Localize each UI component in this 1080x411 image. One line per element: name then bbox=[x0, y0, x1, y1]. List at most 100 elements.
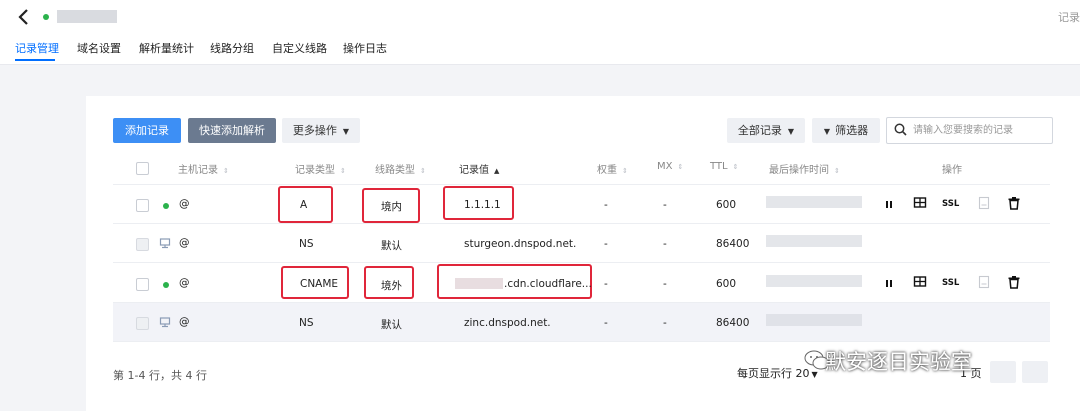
header-mx[interactable]: MX ⇕ bbox=[657, 161, 683, 172]
weight-cell: - bbox=[604, 238, 608, 250]
table-row[interactable] bbox=[113, 184, 1050, 224]
value-prefix-redacted bbox=[455, 278, 503, 289]
enabled-status-icon bbox=[163, 282, 169, 288]
add-record-button[interactable]: 添加记录 bbox=[113, 118, 181, 143]
header-last-modified[interactable]: 最后操作时间 ⇕ bbox=[769, 161, 840, 176]
sort-icon: ⇕ bbox=[340, 167, 346, 175]
value-cell: .cdn.cloudflare... bbox=[504, 278, 592, 290]
enabled-status-icon bbox=[163, 203, 169, 209]
type-cell: NS bbox=[299, 238, 314, 250]
ttl-cell: 86400 bbox=[716, 317, 750, 329]
header-line[interactable]: 线路类型 ⇕ bbox=[375, 161, 426, 176]
table-bottom-divider bbox=[113, 341, 1050, 342]
caret-down-icon: ▼ bbox=[787, 127, 795, 136]
caret-down-icon: ▼ bbox=[342, 127, 350, 136]
delete-icon[interactable] bbox=[1007, 196, 1021, 210]
tab-resolution-stats[interactable]: 解析量统计 bbox=[139, 40, 194, 56]
pause-icon[interactable] bbox=[882, 197, 896, 211]
domain-name-redacted bbox=[57, 10, 117, 23]
row-checkbox[interactable] bbox=[136, 199, 149, 212]
system-record-icon bbox=[159, 317, 171, 328]
tab-line-groups[interactable]: 线路分组 bbox=[210, 40, 254, 56]
host-cell: @ bbox=[179, 198, 190, 210]
ssl-button[interactable]: SSL bbox=[942, 278, 959, 288]
sort-icon: ⇕ bbox=[223, 167, 229, 175]
last-modified-redacted bbox=[766, 275, 862, 287]
row-checkbox[interactable] bbox=[136, 278, 149, 291]
host-cell: @ bbox=[179, 277, 190, 289]
sort-icon: ⇕ bbox=[834, 167, 840, 175]
document-icon[interactable] bbox=[977, 196, 991, 210]
more-actions-button[interactable]: 更多操作 ▼ bbox=[282, 118, 360, 143]
domain-status-dot-icon bbox=[43, 14, 49, 20]
active-tab-indicator bbox=[15, 59, 55, 61]
host-cell: @ bbox=[179, 237, 190, 249]
header-host[interactable]: 主机记录 ⇕ bbox=[178, 161, 229, 176]
weight-cell: - bbox=[604, 199, 608, 211]
line-cell: 默认 bbox=[381, 319, 402, 331]
last-modified-redacted bbox=[766, 235, 862, 247]
ttl-cell: 600 bbox=[716, 278, 737, 290]
top-bar: 记录 记录管理 域名设置 解析量统计 线路分组 自定义线路 操作日志 bbox=[0, 0, 1080, 65]
caret-down-icon: ▼ bbox=[811, 370, 818, 379]
prev-page-button[interactable] bbox=[990, 361, 1016, 383]
weight-cell: - bbox=[604, 278, 608, 290]
all-records-dropdown[interactable]: 全部记录 ▼ bbox=[727, 118, 805, 143]
header-value[interactable]: 记录值 ▲ bbox=[459, 161, 499, 176]
tab-operation-log[interactable]: 操作日志 bbox=[343, 40, 387, 56]
value-cell: 1.1.1.1 bbox=[464, 199, 501, 211]
remark-icon[interactable] bbox=[913, 275, 927, 289]
host-cell: @ bbox=[179, 316, 190, 328]
system-record-icon bbox=[159, 238, 171, 249]
table-row[interactable] bbox=[113, 223, 1050, 263]
search-box[interactable] bbox=[886, 117, 1053, 144]
weight-cell: - bbox=[604, 317, 608, 329]
table-row[interactable] bbox=[113, 302, 1050, 342]
tab-domain-settings[interactable]: 域名设置 bbox=[77, 40, 121, 56]
header-operations: 操作 bbox=[942, 165, 962, 176]
line-cell: 默认 bbox=[381, 240, 402, 252]
value-cell: zinc.dnspod.net. bbox=[464, 317, 551, 329]
remark-icon[interactable] bbox=[913, 196, 927, 210]
value-cell: sturgeon.dnspod.net. bbox=[464, 238, 577, 250]
ttl-cell: 600 bbox=[716, 199, 737, 211]
type-cell: NS bbox=[299, 317, 314, 329]
line-cell: 境外 bbox=[381, 280, 402, 292]
tab-custom-lines[interactable]: 自定义线路 bbox=[272, 40, 327, 56]
delete-icon[interactable] bbox=[1007, 275, 1021, 289]
filter-button[interactable]: ▼ 筛选器 bbox=[812, 118, 880, 143]
document-icon[interactable] bbox=[977, 275, 991, 289]
ssl-button[interactable]: SSL bbox=[942, 199, 959, 209]
last-modified-redacted bbox=[766, 314, 862, 326]
corner-label: 记录 bbox=[1058, 11, 1080, 24]
type-cell: CNAME bbox=[300, 278, 339, 290]
sort-icon: ⇕ bbox=[622, 167, 628, 175]
header-weight[interactable]: 权重 ⇕ bbox=[597, 161, 628, 176]
pause-icon[interactable] bbox=[882, 276, 896, 290]
sort-asc-icon: ▲ bbox=[494, 167, 500, 175]
ttl-cell: 86400 bbox=[716, 238, 750, 250]
header-ttl[interactable]: TTL ⇕ bbox=[710, 161, 739, 172]
mx-cell: - bbox=[663, 238, 667, 250]
line-cell: 境内 bbox=[381, 201, 402, 213]
mx-cell: - bbox=[663, 199, 667, 211]
row-checkbox[interactable] bbox=[136, 238, 149, 251]
search-input[interactable] bbox=[913, 121, 1047, 139]
last-modified-redacted bbox=[766, 196, 862, 208]
mx-cell: - bbox=[663, 278, 667, 290]
search-icon bbox=[894, 123, 907, 136]
tab-record-management[interactable]: 记录管理 bbox=[15, 40, 59, 56]
sort-icon: ⇕ bbox=[677, 163, 684, 171]
watermark: 默安逐日实验室 bbox=[825, 350, 972, 374]
header-type[interactable]: 记录类型 ⇕ bbox=[295, 161, 346, 176]
next-page-button[interactable] bbox=[1022, 361, 1048, 383]
mx-cell: - bbox=[663, 317, 667, 329]
type-cell: A bbox=[300, 199, 308, 211]
back-arrow-icon[interactable] bbox=[14, 7, 34, 27]
sort-icon: ⇕ bbox=[732, 163, 739, 171]
row-checkbox[interactable] bbox=[136, 317, 149, 330]
select-all-checkbox[interactable] bbox=[136, 162, 149, 175]
sort-icon: ⇕ bbox=[420, 167, 426, 175]
filter-icon: ▼ bbox=[823, 127, 831, 136]
quick-add-button[interactable]: 快速添加解析 bbox=[188, 118, 276, 143]
